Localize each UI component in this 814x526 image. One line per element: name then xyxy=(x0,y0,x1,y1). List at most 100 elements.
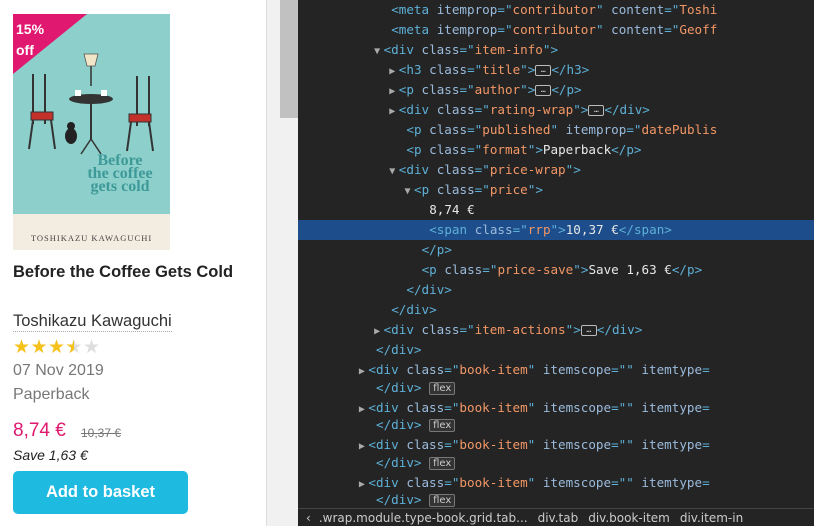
flex-badge[interactable]: flex xyxy=(429,494,456,507)
text-node-token: Paperback xyxy=(542,142,612,157)
breadcrumb-scroll-left-icon[interactable]: ‹ xyxy=(306,509,311,526)
attr-value-token: rating-wrap xyxy=(489,102,574,117)
tag-token: <p xyxy=(398,82,422,97)
book-format: Paperback xyxy=(13,386,90,403)
tag-token: " xyxy=(626,400,642,415)
book-cover-image[interactable]: 15% off Before the coffee gets cold TOSH… xyxy=(13,14,170,250)
attr-value-token: title xyxy=(482,62,521,77)
breadcrumb-item[interactable]: div.item-in xyxy=(680,509,743,526)
attr-name-token: class xyxy=(436,182,475,197)
expand-triangle-icon[interactable]: ▶ xyxy=(371,322,384,342)
collapse-triangle-icon[interactable]: ▼ xyxy=(371,42,384,62)
dom-node-line[interactable]: ▶ <h3 class="title">… </h3> xyxy=(298,60,814,80)
flex-badge[interactable]: flex xyxy=(429,419,456,432)
dom-node-line[interactable]: </p> xyxy=(298,240,814,260)
tag-token: =" xyxy=(497,2,513,17)
dom-node-line[interactable]: <p class="price-save">Save 1,63 €</p> xyxy=(298,260,814,280)
dom-node-line[interactable]: ▼ <p class="price"> xyxy=(298,180,814,200)
collapse-triangle-icon[interactable]: ▼ xyxy=(386,162,399,182)
attr-value-token: published xyxy=(482,122,551,137)
published-date: 07 Nov 2019 xyxy=(13,362,104,379)
attr-value-token: Geoff xyxy=(679,22,718,37)
attr-name-token: itemscope xyxy=(542,400,612,415)
tag-token: =" xyxy=(467,142,483,157)
text-node-token: 10,37 € xyxy=(565,222,619,237)
expand-triangle-icon[interactable]: ▶ xyxy=(386,62,399,82)
attr-value-token: format xyxy=(482,142,528,157)
dom-node-line[interactable]: ▶ <div class="item-actions">… </div> xyxy=(298,320,814,340)
tag-token: <p xyxy=(406,122,430,137)
attr-value-token: rrp xyxy=(527,222,551,237)
attr-name-token: class xyxy=(406,475,445,490)
dom-node-line[interactable]: <meta itemprop="contributor" content="To… xyxy=(298,0,814,20)
attr-value-token: datePublis xyxy=(641,122,718,137)
tag-token: = xyxy=(702,475,710,490)
dom-node-line[interactable]: </div> xyxy=(298,280,814,300)
attr-name-token: class xyxy=(429,122,468,137)
attr-name-token: itemtype xyxy=(641,475,703,490)
dom-node-line[interactable]: <p class="published" itemprop="datePubli… xyxy=(298,120,814,140)
ellipsis-expand-button[interactable]: … xyxy=(535,65,552,76)
tag-token: "> xyxy=(542,42,559,57)
dom-node-line[interactable]: 8,74 € xyxy=(298,200,814,220)
attr-name-token: itemprop xyxy=(565,122,627,137)
dom-node-line[interactable]: ▶ <div class="book-item" itemscope="" ite… xyxy=(298,360,814,380)
tag-token: </p> xyxy=(671,262,703,277)
add-to-basket-button[interactable]: Add to basket xyxy=(13,471,188,514)
attr-name-token: itemtype xyxy=(641,400,703,415)
flex-badge[interactable]: flex xyxy=(429,382,456,395)
dom-node-line[interactable]: </div> flex xyxy=(298,453,814,473)
attr-name-token: content xyxy=(611,2,665,17)
tag-token: <div xyxy=(383,322,422,337)
tag-token: "> xyxy=(573,102,589,117)
tag-token: <div xyxy=(383,42,422,57)
tag-token: =" xyxy=(474,182,490,197)
tag-token: =" xyxy=(467,122,483,137)
attr-value-token: item-info xyxy=(474,42,543,57)
dom-node-line[interactable]: </div> flex xyxy=(298,378,814,398)
expand-triangle-icon[interactable]: ▶ xyxy=(386,102,399,122)
attr-name-token: itemprop xyxy=(436,2,498,17)
ellipsis-expand-button[interactable]: … xyxy=(588,105,605,116)
tag-token: "> xyxy=(565,322,581,337)
ellipsis-expand-button[interactable]: … xyxy=(535,85,552,96)
tag-token: "> xyxy=(520,82,536,97)
tag-token: <p xyxy=(406,142,430,157)
tag-token: =" xyxy=(626,122,642,137)
tag-token: "> xyxy=(520,62,536,77)
ellipsis-expand-button[interactable]: … xyxy=(580,325,597,336)
dom-node-line[interactable]: <meta itemprop="contributor" content="Ge… xyxy=(298,20,814,40)
book-title[interactable]: Before the Coffee Gets Cold xyxy=(13,260,243,285)
dom-node-line[interactable]: ▼ <div class="item-info"> xyxy=(298,40,814,60)
dom-node-line[interactable]: </div> xyxy=(298,300,814,320)
attr-name-token: class xyxy=(406,362,445,377)
tag-token: " xyxy=(626,437,642,452)
page-scrollbar-thumb[interactable] xyxy=(280,0,298,118)
star-rating: ★★★★ ★ xyxy=(13,338,101,359)
dom-node-line[interactable]: ▶ <div class="book-item" itemscope="" ite… xyxy=(298,435,814,455)
dom-node-line[interactable]: </div> xyxy=(298,340,814,360)
dom-node-line[interactable]: ▶ <div class="rating-wrap">… </div> xyxy=(298,100,814,120)
text-node-token: 8,74 € xyxy=(429,202,475,217)
breadcrumb-item[interactable]: .wrap.module.type-book.grid.tab... xyxy=(319,509,528,526)
expand-triangle-icon[interactable]: ▶ xyxy=(386,82,399,102)
attr-name-token: itemtype xyxy=(641,362,703,377)
dom-node-line[interactable]: <p class="format">Paperback</p> xyxy=(298,140,814,160)
badge-percent: 15% xyxy=(16,21,45,37)
breadcrumb-item[interactable]: div.book-item xyxy=(588,509,670,526)
book-author-link[interactable]: Toshikazu Kawaguchi xyxy=(13,311,172,332)
collapse-triangle-icon[interactable]: ▼ xyxy=(401,182,414,202)
dom-node-line[interactable]: </div> flex xyxy=(298,490,814,510)
breadcrumb-item[interactable]: div.tab xyxy=(538,509,579,526)
tag-token: = xyxy=(702,362,710,377)
dom-node-line[interactable]: ▼ <div class="price-wrap"> xyxy=(298,160,814,180)
tag-token: " xyxy=(595,22,612,37)
attr-value-token: book-item xyxy=(459,400,528,415)
flex-badge[interactable]: flex xyxy=(429,457,456,470)
tag-token: =" xyxy=(482,262,498,277)
dom-node-line[interactable]: ▶ <p class="author">… </p> xyxy=(298,80,814,100)
rrp-price: 10,37 € xyxy=(81,426,122,440)
dom-node-selected[interactable]: <span class="rrp">10,37 €</span> xyxy=(298,220,814,240)
tag-token: </div> xyxy=(596,322,643,337)
dom-node-line[interactable]: </div> flex xyxy=(298,415,814,435)
